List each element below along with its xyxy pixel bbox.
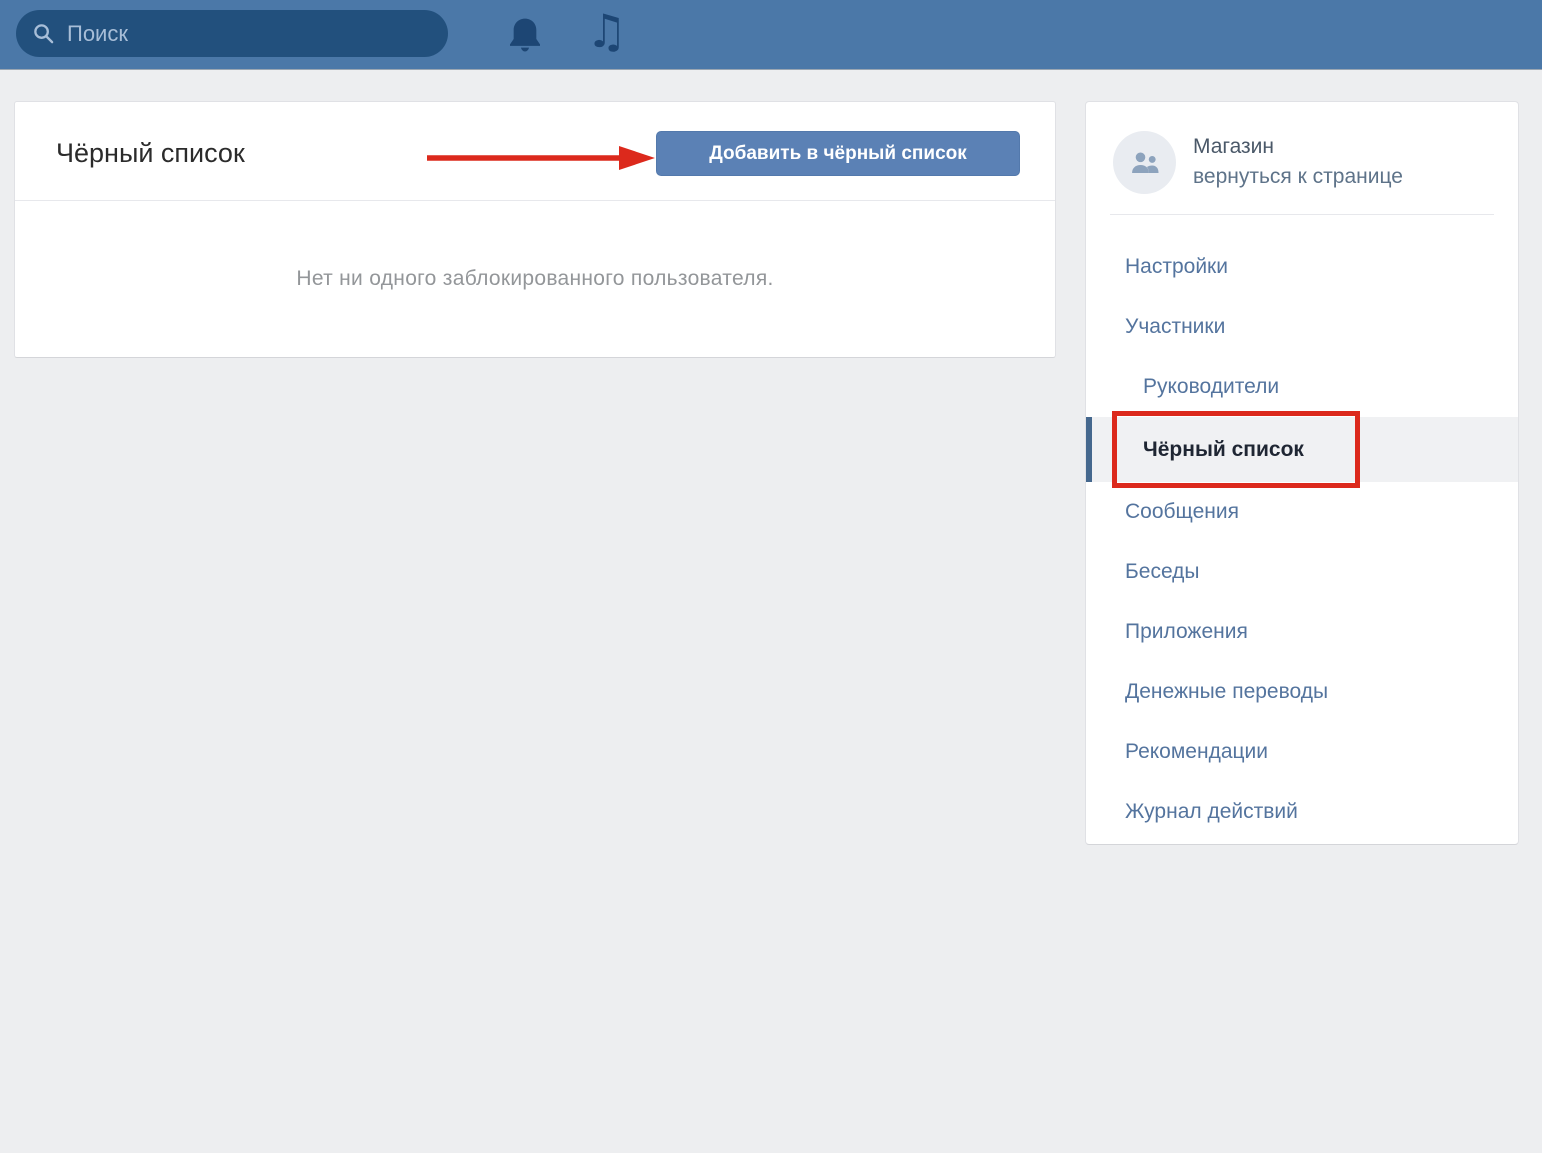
community-settings-sidebar: Магазин вернуться к странице Настройки Уч… [1085,101,1519,845]
sidebar-item-label: Участники [1125,315,1225,339]
top-navigation-bar: ♫ [0,0,1542,70]
sidebar-item-3[interactable]: Чёрный список [1086,417,1518,482]
sidebar-item-6[interactable]: Приложения [1086,602,1518,662]
sidebar-item-2[interactable]: Руководители [1086,357,1518,417]
sidebar-item-4[interactable]: Сообщения [1086,482,1518,542]
sidebar-item-5[interactable]: Беседы [1086,542,1518,602]
community-name-link[interactable]: Магазин [1193,135,1274,159]
sidebar-item-9[interactable]: Журнал действий [1086,782,1518,842]
sidebar-item-label: Приложения [1125,620,1248,644]
search-icon [32,22,55,45]
search-input[interactable] [67,21,432,47]
sidebar-item-1[interactable]: Участники [1086,297,1518,357]
music-icon[interactable]: ♫ [586,0,627,66]
sidebar-item-8[interactable]: Рекомендации [1086,722,1518,782]
community-two-people-icon [1127,145,1163,181]
blacklist-panel-header: Чёрный список Добавить в чёрный список [15,102,1055,201]
sidebar-item-label: Денежные переводы [1125,680,1328,704]
bell-icon[interactable] [505,14,545,56]
blacklist-panel: Чёрный список Добавить в чёрный список Н… [14,101,1056,358]
community-avatar[interactable] [1113,131,1176,194]
sidebar-item-0[interactable]: Настройки [1086,237,1518,297]
empty-state-text: Нет ни одного заблокированного пользоват… [296,267,773,291]
sidebar-item-label: Беседы [1125,560,1200,584]
annotation-red-arrow [423,142,659,174]
sidebar-item-label: Чёрный список [1143,438,1304,462]
sidebar-item-7[interactable]: Денежные переводы [1086,662,1518,722]
community-profile-row: Магазин вернуться к странице [1086,102,1518,214]
sidebar-item-label: Журнал действий [1125,800,1298,824]
back-to-page-link[interactable]: вернуться к странице [1193,165,1403,189]
sidebar-item-label: Настройки [1125,255,1228,279]
blacklist-empty-state: Нет ни одного заблокированного пользоват… [15,201,1055,357]
sidebar-divider [1110,214,1494,215]
search-box[interactable] [16,10,448,57]
sidebar-item-label: Рекомендации [1125,740,1268,764]
page-title: Чёрный список [56,138,245,169]
settings-menu: Настройки Участники Руководители Чёрный спи… [1086,237,1518,842]
sidebar-item-label: Сообщения [1125,500,1239,524]
sidebar-item-label: Руководители [1143,375,1279,399]
add-to-blacklist-button[interactable]: Добавить в чёрный список [656,131,1020,176]
